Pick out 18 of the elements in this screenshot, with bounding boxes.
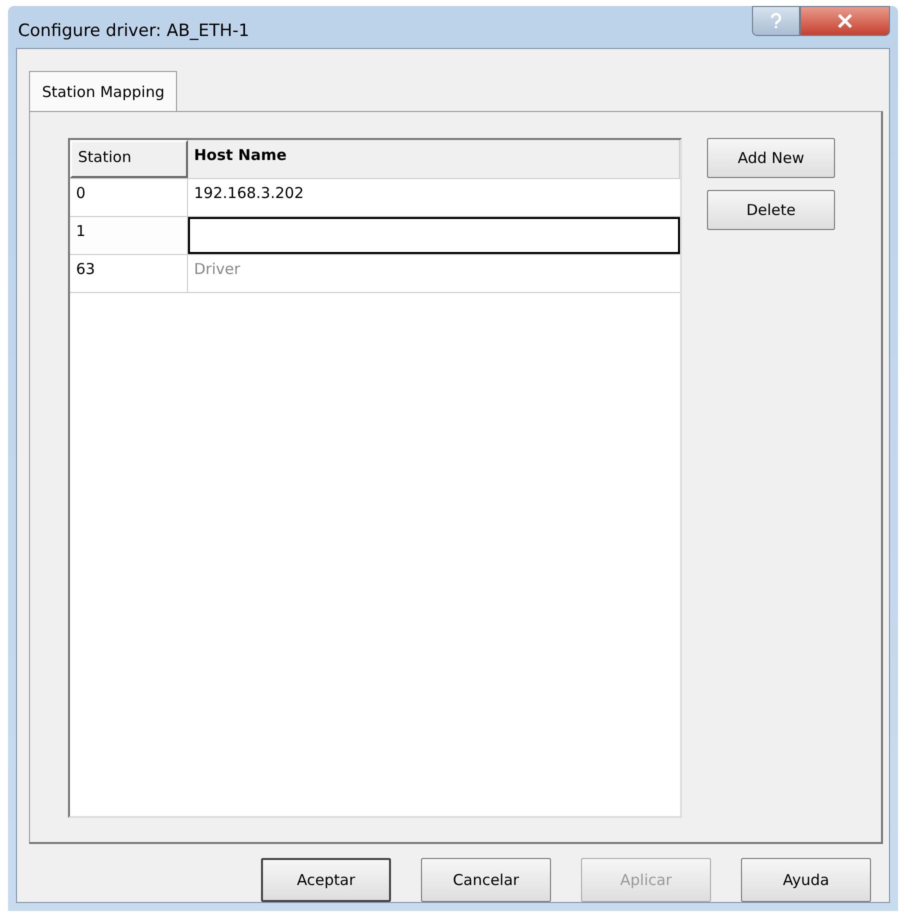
tab[interactable]: Station Mapping xyxy=(29,71,178,111)
column-header[interactable]: Station xyxy=(70,140,188,178)
help-icon xyxy=(769,13,783,29)
dialog-button[interactable]: Aceptar xyxy=(261,858,391,902)
dialog-button[interactable]: Ayuda xyxy=(741,858,871,902)
action-button[interactable]: Add New xyxy=(707,138,835,178)
close-icon xyxy=(837,14,853,28)
close-button[interactable] xyxy=(800,6,890,36)
action-button[interactable]: Delete xyxy=(707,190,835,230)
table-cell: 63 xyxy=(70,255,188,292)
host-name-field[interactable] xyxy=(188,217,680,254)
table-cell: 0 xyxy=(70,179,188,216)
help-button[interactable] xyxy=(752,6,800,36)
column-header[interactable]: Host Name xyxy=(188,140,680,178)
table-cell-text: Driver xyxy=(193,259,242,280)
table-cell-text: 192.168.3.202 xyxy=(193,183,305,204)
dialog-button[interactable]: Cancelar xyxy=(421,858,551,902)
window-title: Configure driver: AB_ETH-1 xyxy=(17,21,250,41)
